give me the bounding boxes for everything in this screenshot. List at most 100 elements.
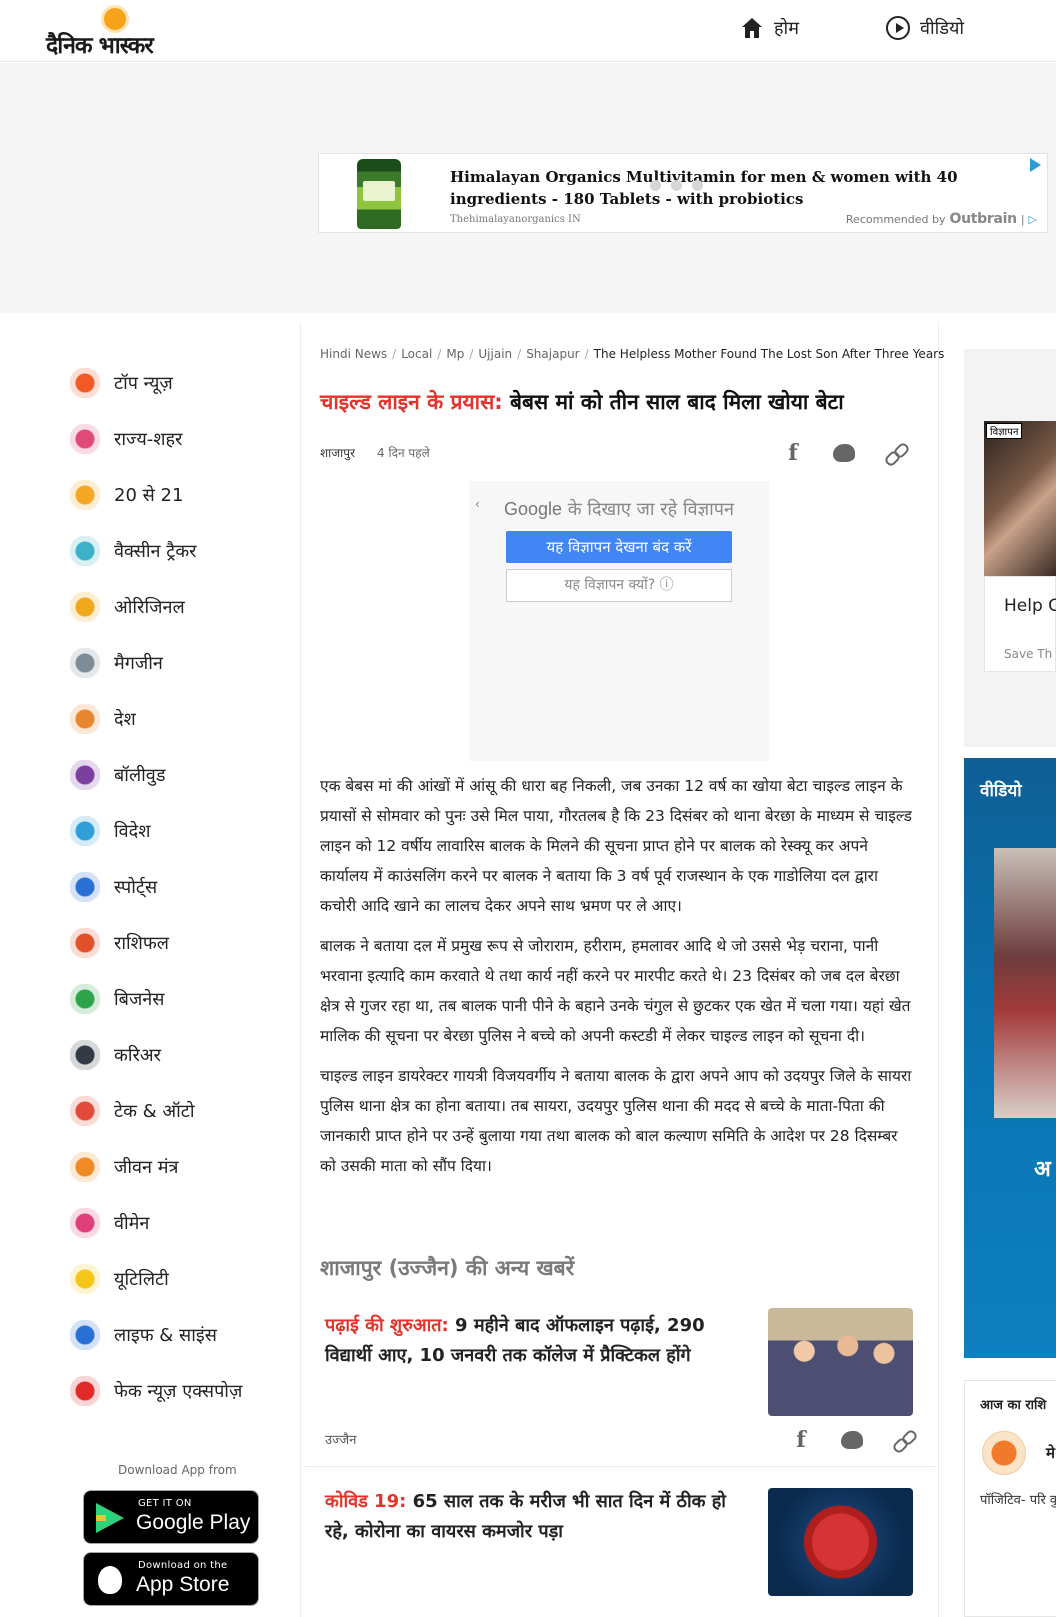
attribution-arrow-icon: ▷ [1028,212,1037,226]
right-ad-subtitle: Save Th [1004,647,1053,661]
sidebar-item-label: राशिफल [114,933,170,954]
breadcrumb: Hindi News / Local / Mp / Ujjain / Shajapur / The … [320,347,944,361]
download-app-label: Download App from [118,1463,237,1477]
carousel-dots [650,180,703,191]
breadcrumb-link[interactable]: Ujjain [478,347,512,361]
card-divider [305,1466,935,1467]
sidebar-item[interactable]: वैक्सीन ट्रैकर [70,523,290,579]
breadcrumb-separator: / [392,347,397,361]
breadcrumb-link[interactable]: Local [401,347,432,361]
sidebar-item[interactable]: देश [70,691,290,747]
zodiac-icon [70,928,100,958]
google-play-button[interactable]: GET IT ON Google Play [83,1490,259,1544]
sidebar-item[interactable]: राशिफल [70,915,290,971]
article-location[interactable]: शाजापुर [320,444,355,461]
breadcrumb-separator: / [437,347,442,361]
news-card-source[interactable]: उज्जैन [325,1430,356,1448]
coronavirus-image[interactable] [768,1488,913,1596]
rashifal-widget[interactable]: आज का राशि मे पॉजिटिव- परि कुछ महत्वपूर्… [964,1380,1056,1617]
copy-link-icon[interactable] [893,1429,915,1451]
google-ad-feedback: ‹ Google के दिखाए जा रहे विज्ञापन यह विज… [469,481,769,761]
video-thumbnail[interactable] [994,848,1056,1118]
news-card-kicker: कोविड 19: [325,1491,407,1512]
news-card[interactable]: कोविड 19: 65 साल तक के मरीज भी सात दिन म… [305,1487,935,1607]
facebook-icon[interactable]: f [783,440,803,466]
sidebar-item[interactable]: लाइफ & साइंस [70,1307,290,1363]
right-rail-ad[interactable]: विज्ञापन [964,349,1056,747]
nav-video[interactable]: वीडियो [886,16,964,40]
twitter-icon[interactable] [833,444,855,462]
app-store-button[interactable]: Download on the App Store [83,1552,259,1606]
sidebar-item[interactable]: राज्य-शहर [70,411,290,467]
news-card-title[interactable]: कोविड 19: 65 साल तक के मरीज भी सात दिन म… [325,1487,745,1547]
why-this-ad-button[interactable]: यह विज्ञापन क्यों? ⓘ [506,569,732,602]
app-store-big-text: App Store [136,1573,230,1596]
column-divider [938,322,939,1617]
sidebar-item[interactable]: वीमेन [70,1195,290,1251]
breadcrumb-link[interactable]: Shajapur [526,347,579,361]
ad-tag-badge: विज्ञापन [986,423,1023,439]
flame-icon [70,368,100,398]
carousel-dot[interactable] [692,180,703,191]
adchoices-icon[interactable] [1030,158,1041,172]
news-card[interactable]: पढ़ाई की शुरुआत: 9 महीने बाद ऑफलाइन पढ़ा… [305,1308,935,1467]
google-play-small-text: GET IT ON [138,1498,192,1509]
dainik-bhaskar-logo[interactable]: दैनिक भास्कर [46,8,186,59]
sidebar-item[interactable]: बॉलीवुड [70,747,290,803]
sidebar-item[interactable]: टेक & ऑटो [70,1083,290,1139]
sidebar-item-label: बिजनेस [114,989,165,1010]
stop-seeing-ad-button[interactable]: यह विज्ञापन देखना बंद करें [506,531,732,563]
video-widget[interactable]: वीडियो अ [964,758,1056,1358]
sidebar-item[interactable]: बिजनेस [70,971,290,1027]
sidebar-item[interactable]: यूटिलिटी [70,1251,290,1307]
logo-text: दैनिक भास्कर [46,33,154,59]
carousel-dot[interactable] [671,180,682,191]
facebook-icon[interactable]: f [791,1427,811,1453]
sidebar-item-label: राज्य-शहर [114,429,183,450]
outbrain-ad-card[interactable]: Himalayan Organics Multivitamin for men … [318,153,1048,233]
dna-icon [70,1320,100,1350]
article-paragraph: चाइल्ड लाइन डायरेक्टर गायत्री विजयवर्गीय… [320,1067,912,1175]
app-store-small-text: Download on the [138,1560,228,1571]
sidebar-item[interactable]: जीवन मंत्र [70,1139,290,1195]
students-image[interactable] [768,1308,913,1416]
article-meta: शाजापुर 4 दिन पहले [320,444,430,461]
news-card-title[interactable]: पढ़ाई की शुरुआत: 9 महीने बाद ऑफलाइन पढ़ा… [325,1311,745,1371]
rupee-coin-icon [70,984,100,1014]
rashifal-text: पॉजिटिव- परि कुछ महत्वपूर्ण आएंगे। पिछले… [980,1493,1056,1508]
sidebar-item[interactable]: विदेश [70,803,290,859]
carousel-dot[interactable] [650,180,661,191]
copy-link-icon[interactable] [885,442,907,464]
breadcrumb-link[interactable]: Mp [446,347,464,361]
sidebar-item[interactable]: 20 से 21 [70,467,290,523]
right-ad-image[interactable] [984,421,1056,576]
lotus-lamp-icon [70,1152,100,1182]
sidebar-item[interactable]: मैगजीन [70,635,290,691]
twitter-icon[interactable] [841,1431,863,1449]
right-ad-title[interactable]: Help C [1004,596,1056,616]
clapperboard-icon [70,760,100,790]
rashifal-title: आज का राशि [980,1398,1047,1413]
sidebar-item-label: फेक न्यूज़ एक्सपोज़ [114,1381,243,1402]
google-play-icon [96,1503,124,1533]
original-badge-icon [70,592,100,622]
outbrain-attribution[interactable]: Recommended by Outbrain | ▷ [846,211,1037,227]
sidebar-item[interactable]: फेक न्यूज़ एक्सपोज़ [70,1363,290,1419]
logo-sun-icon [104,8,126,30]
sidebar-item[interactable]: टॉप न्यूज़ [70,355,290,411]
headline-title: बेबस मां को तीन साल बाद मिला खोया बेटा [510,390,844,414]
article-time: 4 दिन पहले [377,446,430,460]
india-gate-icon [70,704,100,734]
google-ad-heading-text: के दिखाए जा रहे विज्ञापन [567,499,735,520]
graduation-cap-icon [70,1040,100,1070]
sidebar-item[interactable]: करिअर [70,1027,290,1083]
nav-home[interactable]: होम [740,16,799,40]
sidebar-item[interactable]: स्पोर्ट्स [70,859,290,915]
news-card-kicker: पढ़ाई की शुरुआत: [325,1315,449,1336]
article-headline: चाइल्ड लाइन के प्रयास: बेबस मां को तीन स… [320,388,910,416]
attribution-divider: | [1020,212,1025,226]
breadcrumb-link[interactable]: Hindi News [320,347,387,361]
sidebar-item-label: देश [114,709,136,730]
sidebar-item[interactable]: ओरिजिनल [70,579,290,635]
recommended-by-label: Recommended by [845,212,946,226]
